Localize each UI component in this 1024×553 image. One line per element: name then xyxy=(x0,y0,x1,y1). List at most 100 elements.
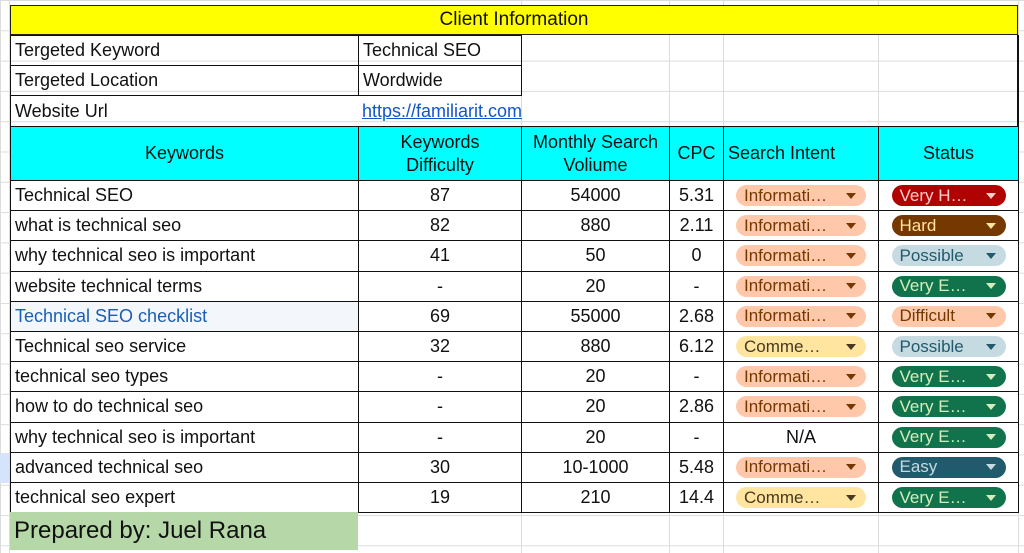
dropdown-caret-icon[interactable] xyxy=(985,434,996,441)
intent-cell[interactable]: Informati… xyxy=(723,451,879,483)
intent-cell[interactable]: Comme… xyxy=(723,482,879,514)
volume-cell[interactable]: 20 xyxy=(521,270,670,302)
cpc-cell[interactable]: - xyxy=(669,361,724,393)
status-dropdown[interactable]: Very E… xyxy=(891,275,1006,297)
keyword-cell[interactable]: advanced technical seo xyxy=(10,451,359,483)
dropdown-caret-icon[interactable] xyxy=(985,403,996,410)
header-search-intent[interactable]: Search Intent xyxy=(723,126,879,181)
difficulty-cell[interactable]: 82 xyxy=(358,210,522,242)
difficulty-cell[interactable]: - xyxy=(358,270,522,302)
search-intent-dropdown[interactable]: Informati… xyxy=(736,456,866,478)
dropdown-caret-icon[interactable] xyxy=(985,252,996,259)
intent-cell[interactable]: Informati… xyxy=(723,300,879,332)
targeted-keyword-label[interactable]: Tergeted Keyword xyxy=(10,35,359,66)
intent-cell[interactable]: Informati… xyxy=(723,391,879,423)
status-cell[interactable]: Possible xyxy=(878,240,1019,272)
intent-cell[interactable]: N/A xyxy=(723,421,879,453)
intent-cell[interactable]: Comme… xyxy=(723,331,879,363)
status-cell[interactable]: Very E… xyxy=(878,421,1019,453)
search-intent-dropdown[interactable]: Informati… xyxy=(736,275,866,297)
keyword-cell[interactable]: Technical seo service xyxy=(10,331,359,363)
search-intent-dropdown[interactable]: Informati… xyxy=(736,396,866,418)
status-dropdown[interactable]: Easy xyxy=(891,456,1006,478)
difficulty-cell[interactable]: 30 xyxy=(358,451,522,483)
cpc-cell[interactable]: - xyxy=(669,270,724,302)
dropdown-caret-icon[interactable] xyxy=(846,252,856,259)
volume-cell[interactable]: 20 xyxy=(521,391,670,423)
dropdown-caret-icon[interactable] xyxy=(846,494,856,501)
status-cell[interactable]: Very H… xyxy=(878,180,1019,212)
intent-cell[interactable]: Informati… xyxy=(723,240,879,272)
intent-cell[interactable]: Informati… xyxy=(723,270,879,302)
dropdown-caret-icon[interactable] xyxy=(985,192,996,199)
search-intent-dropdown[interactable]: Informati… xyxy=(736,185,866,207)
dropdown-caret-icon[interactable] xyxy=(846,403,856,410)
website-url-label[interactable]: Website Url xyxy=(10,96,359,126)
status-cell[interactable]: Very E… xyxy=(878,270,1019,302)
keyword-cell[interactable]: why technical seo is important xyxy=(10,240,359,272)
header-status[interactable]: Status xyxy=(878,126,1019,181)
difficulty-cell[interactable]: - xyxy=(358,421,522,453)
difficulty-cell[interactable]: 32 xyxy=(358,331,522,363)
dropdown-caret-icon[interactable] xyxy=(846,283,856,290)
status-dropdown[interactable]: Possible xyxy=(891,245,1006,267)
dropdown-caret-icon[interactable] xyxy=(985,222,996,229)
keyword-cell[interactable]: website technical terms xyxy=(10,270,359,302)
keyword-cell[interactable]: technical seo expert xyxy=(10,482,359,514)
dropdown-caret-icon[interactable] xyxy=(985,313,996,320)
status-dropdown[interactable]: Very E… xyxy=(891,396,1006,418)
website-url-link[interactable]: https://familiarit.com xyxy=(358,96,558,126)
difficulty-cell[interactable]: 69 xyxy=(358,300,522,332)
status-dropdown[interactable]: Very H… xyxy=(891,185,1006,207)
keyword-cell[interactable]: what is technical seo xyxy=(10,210,359,242)
search-intent-dropdown[interactable]: Informati… xyxy=(736,305,866,327)
cpc-cell[interactable]: 2.68 xyxy=(669,300,724,332)
targeted-location-label[interactable]: Tergeted Location xyxy=(10,65,359,96)
difficulty-cell[interactable]: 41 xyxy=(358,240,522,272)
volume-cell[interactable]: 880 xyxy=(521,331,670,363)
status-cell[interactable]: Hard xyxy=(878,210,1019,242)
keyword-cell[interactable]: Technical SEO xyxy=(10,180,359,212)
volume-cell[interactable]: 880 xyxy=(521,210,670,242)
dropdown-caret-icon[interactable] xyxy=(846,222,856,229)
volume-cell[interactable]: 55000 xyxy=(521,300,670,332)
dropdown-caret-icon[interactable] xyxy=(985,283,996,290)
status-cell[interactable]: Very E… xyxy=(878,482,1019,514)
targeted-keyword-value[interactable]: Technical SEO xyxy=(358,35,522,66)
keyword-cell[interactable]: how to do technical seo xyxy=(10,391,359,423)
header-difficulty[interactable]: Keywords Difficulty xyxy=(358,126,522,181)
status-dropdown[interactable]: Difficult xyxy=(891,305,1006,327)
dropdown-caret-icon[interactable] xyxy=(985,494,996,501)
volume-cell[interactable]: 10-1000 xyxy=(521,451,670,483)
difficulty-cell[interactable]: - xyxy=(358,391,522,423)
keyword-cell[interactable]: Technical SEO checklist xyxy=(10,300,359,332)
dropdown-caret-icon[interactable] xyxy=(985,373,996,380)
status-cell[interactable]: Very E… xyxy=(878,361,1019,393)
status-cell[interactable]: Easy xyxy=(878,451,1019,483)
cpc-cell[interactable]: 2.11 xyxy=(669,210,724,242)
dropdown-caret-icon[interactable] xyxy=(846,343,856,350)
prepared-by-footer[interactable]: Prepared by: Juel Rana xyxy=(10,512,358,550)
difficulty-cell[interactable]: 19 xyxy=(358,482,522,514)
volume-cell[interactable]: 20 xyxy=(521,421,670,453)
difficulty-cell[interactable]: - xyxy=(358,361,522,393)
status-cell[interactable]: Difficult xyxy=(878,300,1019,332)
search-intent-dropdown[interactable]: Informati… xyxy=(736,245,866,267)
dropdown-caret-icon[interactable] xyxy=(846,313,856,320)
difficulty-cell[interactable]: 87 xyxy=(358,180,522,212)
cpc-cell[interactable]: 5.48 xyxy=(669,451,724,483)
volume-cell[interactable]: 54000 xyxy=(521,180,670,212)
volume-cell[interactable]: 20 xyxy=(521,361,670,393)
status-dropdown[interactable]: Very E… xyxy=(891,426,1006,448)
status-cell[interactable]: Very E… xyxy=(878,391,1019,423)
targeted-location-value[interactable]: Wordwide xyxy=(358,65,522,96)
status-dropdown[interactable]: Very E… xyxy=(891,487,1006,509)
cpc-cell[interactable]: 2.86 xyxy=(669,391,724,423)
keyword-cell[interactable]: why technical seo is important xyxy=(10,421,359,453)
dropdown-caret-icon[interactable] xyxy=(846,192,856,199)
volume-cell[interactable]: 210 xyxy=(521,482,670,514)
cpc-cell[interactable]: - xyxy=(669,421,724,453)
dropdown-caret-icon[interactable] xyxy=(985,464,996,471)
search-intent-dropdown[interactable]: Comme… xyxy=(736,487,866,509)
search-intent-dropdown[interactable]: Informati… xyxy=(736,366,866,388)
